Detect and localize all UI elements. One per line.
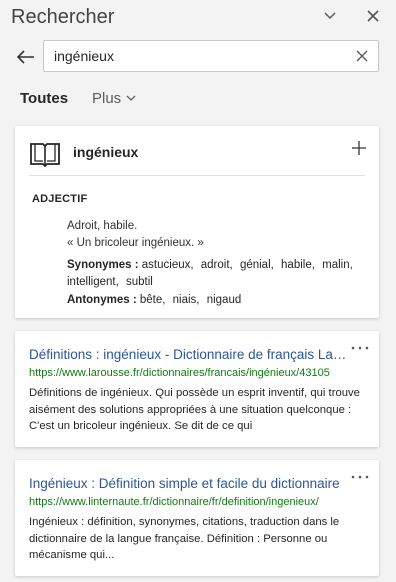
antonym-link[interactable]: bête, bbox=[140, 294, 166, 306]
pane-header: Rechercher bbox=[0, 0, 396, 34]
divider bbox=[29, 175, 365, 176]
antonyms-row: Antonymes : bête, niais, nigaud bbox=[67, 292, 367, 309]
synonym-link[interactable]: génial, bbox=[240, 259, 274, 271]
web-result-snippet: Définitions de ingénieux. Qui possède un… bbox=[29, 387, 360, 432]
synonyms-row: Synonymes : astucieux, adroit, génial, h… bbox=[67, 257, 367, 291]
pane-title: Rechercher bbox=[11, 6, 115, 28]
antonyms-label: Antonymes : bbox=[67, 294, 137, 306]
add-plus-icon[interactable] bbox=[349, 138, 369, 158]
synonyms-label: Synonymes : bbox=[67, 259, 139, 271]
tab-all[interactable]: Toutes bbox=[20, 90, 68, 107]
web-result-title[interactable]: Ingénieux : Définition simple et facile … bbox=[29, 476, 349, 491]
definition-text: Adroit, habile. bbox=[67, 220, 138, 232]
search-input[interactable] bbox=[54, 41, 344, 71]
synonym-link[interactable]: astucieux, bbox=[142, 259, 194, 271]
clear-search-icon[interactable] bbox=[355, 49, 369, 63]
web-result-card: Ingénieux : Définition simple et facile … bbox=[15, 460, 379, 576]
search-box bbox=[43, 40, 379, 72]
web-result-url: https://www.larousse.fr/dictionnaires/fr… bbox=[29, 367, 330, 379]
tab-more-label: Plus bbox=[92, 90, 122, 107]
pane-options-chevron-icon[interactable] bbox=[320, 6, 340, 26]
synonym-link[interactable]: malin, bbox=[322, 259, 353, 271]
dictionary-word: ingénieux bbox=[73, 144, 139, 160]
web-result-snippet: Ingénieux : définition, synonymes, citat… bbox=[29, 516, 340, 561]
synonym-link[interactable]: subtil bbox=[126, 276, 153, 288]
synonym-link[interactable]: habile, bbox=[281, 259, 315, 271]
part-of-speech: ADJECTIF bbox=[32, 193, 88, 205]
dictionary-card: ingénieux ADJECTIF Adroit, habile. « Un … bbox=[15, 126, 379, 318]
antonym-link[interactable]: nigaud bbox=[207, 294, 242, 306]
example-text: « Un bricoleur ingénieux. » bbox=[67, 237, 204, 249]
book-icon bbox=[29, 141, 61, 172]
more-options-icon[interactable] bbox=[349, 341, 371, 355]
back-arrow-icon[interactable] bbox=[15, 46, 37, 68]
web-result-url: https://www.linternaute.fr/dictionnaire/… bbox=[29, 496, 319, 508]
web-result-title[interactable]: Définitions : ingénieux - Dictionnaire d… bbox=[29, 347, 349, 362]
close-pane-icon[interactable] bbox=[363, 6, 383, 26]
more-options-icon[interactable] bbox=[349, 470, 371, 484]
synonym-link[interactable]: intelligent, bbox=[67, 276, 119, 288]
web-result-card: Définitions : ingénieux - Dictionnaire d… bbox=[15, 331, 379, 447]
antonym-link[interactable]: niais, bbox=[173, 294, 200, 306]
synonym-link[interactable]: adroit, bbox=[201, 259, 233, 271]
tab-more[interactable]: Plus bbox=[92, 90, 136, 107]
chevron-down-icon bbox=[126, 95, 136, 101]
